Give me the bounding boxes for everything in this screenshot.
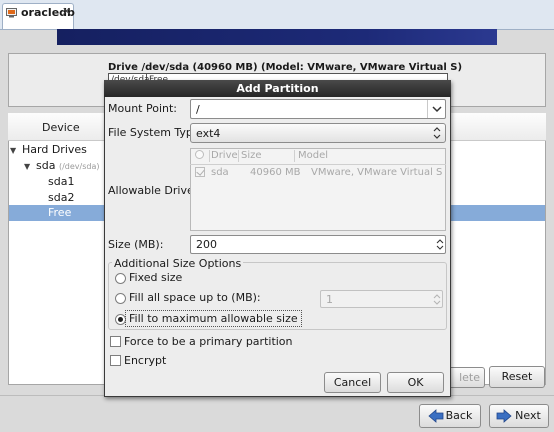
mount-point-value: /	[196, 103, 200, 116]
vm-tab-strip	[0, 0, 554, 30]
file-system-type-value: ext4	[196, 127, 221, 140]
additional-size-options-title: Additional Size Options	[112, 257, 244, 270]
fill-up-to-value: 1	[326, 293, 333, 306]
vm-icon	[6, 8, 17, 18]
installer-banner	[57, 29, 497, 45]
next-label: Next	[515, 409, 541, 422]
mount-point-label: Mount Point:	[108, 102, 177, 115]
drive-model: VMware, VMware Virtual S	[311, 167, 443, 178]
tree-item-label: Hard Drives	[22, 143, 87, 156]
back-label: Back	[445, 409, 473, 422]
tree-item-path: (/dev/sda)	[58, 162, 100, 171]
tree-item-sda[interactable]: ▼ sda (/dev/sda)	[24, 158, 99, 174]
tree-item-sda2[interactable]: sda2	[48, 190, 74, 206]
expand-arrow-icon[interactable]: ▼	[24, 159, 36, 175]
encrypt-checkbox[interactable]	[110, 355, 121, 366]
spin-arrows-icon[interactable]	[433, 292, 441, 307]
fill-up-to-radio[interactable]	[115, 293, 126, 304]
next-arrow-icon	[496, 409, 512, 423]
back-button[interactable]: Back	[419, 404, 481, 428]
delete-button[interactable]: lete	[447, 367, 485, 388]
cancel-button[interactable]: Cancel	[324, 372, 381, 393]
up-down-arrows-icon	[433, 127, 441, 139]
tree-item-sda1[interactable]: sda1	[48, 174, 74, 190]
device-column-label: Device	[42, 121, 80, 134]
dialog-title: Add Partition	[104, 80, 451, 97]
close-icon[interactable]: ✕	[62, 5, 71, 18]
size-label: Size (MB):	[108, 238, 164, 251]
drives-column-model: Model	[298, 150, 329, 161]
tree-item-label: sda	[36, 159, 56, 172]
drive-title: Drive /dev/sda (40960 MB) (Model: VMware…	[108, 62, 463, 73]
drive-name: sda	[211, 167, 229, 178]
drives-table-header: Drive Size Model	[190, 148, 446, 165]
file-system-type-select[interactable]: ext4	[190, 123, 446, 143]
allowable-drives-label: Allowable Drives:	[108, 184, 204, 197]
drive-checkbox[interactable]	[195, 167, 205, 177]
spin-arrows-icon[interactable]	[436, 237, 444, 252]
drives-column-drive: Drive	[211, 150, 238, 161]
fill-up-to-spinbox[interactable]: 1	[320, 290, 443, 308]
chevron-down-icon	[432, 106, 442, 113]
fixed-size-label[interactable]: Fixed size	[129, 271, 182, 284]
next-button[interactable]: Next	[489, 404, 549, 428]
drive-size: 40960 MB	[250, 167, 301, 178]
select-all-radio-icon	[195, 150, 204, 159]
expand-arrow-icon[interactable]: ▼	[10, 143, 22, 159]
back-arrow-icon	[428, 409, 444, 423]
mount-point-combo[interactable]: /	[190, 99, 446, 119]
fixed-size-radio[interactable]	[115, 273, 126, 284]
size-spinbox[interactable]: 200	[190, 235, 446, 254]
fill-max-label[interactable]: Fill to maximum allowable size	[125, 310, 302, 327]
drives-column-size: Size	[241, 150, 262, 161]
tree-item-free[interactable]: Free	[48, 205, 71, 221]
tree-item-hard-drives[interactable]: ▼ Hard Drives	[10, 142, 87, 158]
ok-button[interactable]: OK	[387, 372, 444, 393]
reset-button[interactable]: Reset	[489, 366, 545, 388]
force-primary-label[interactable]: Force to be a primary partition	[124, 335, 293, 348]
force-primary-checkbox[interactable]	[110, 336, 121, 347]
drives-table-row[interactable]: sda 40960 MB VMware, VMware Virtual S	[190, 165, 446, 182]
fill-up-to-label[interactable]: Fill all space up to (MB):	[129, 291, 261, 304]
dropdown-button[interactable]	[427, 100, 445, 118]
encrypt-label[interactable]: Encrypt	[124, 354, 166, 367]
size-value: 200	[196, 238, 217, 251]
